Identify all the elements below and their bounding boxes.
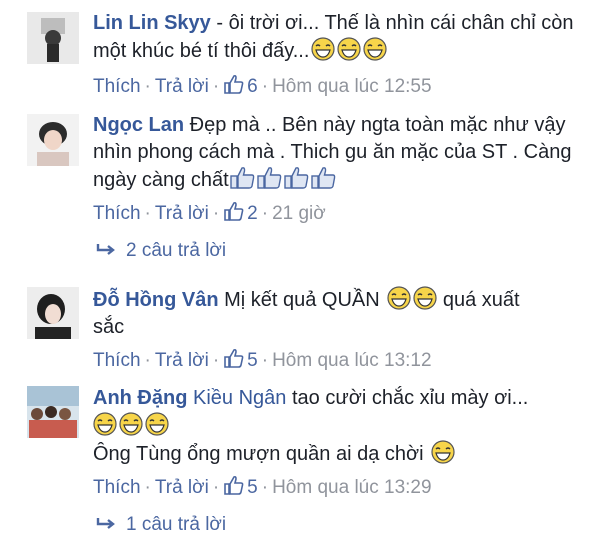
avatar[interactable]: [27, 287, 79, 339]
reply-link[interactable]: Trả lời: [155, 350, 209, 371]
thumbs-up-icon[interactable]: [223, 73, 245, 102]
reply-link[interactable]: Trả lời: [155, 203, 209, 224]
comment-author[interactable]: Lin Lin Skyy: [93, 12, 211, 34]
laughing-emoji-icon: [119, 412, 143, 436]
like-count[interactable]: 2: [247, 203, 258, 224]
comment-body: Lin Lin Skyy - ôi trời ơi... Thế là nhìn…: [93, 10, 583, 65]
timestamp[interactable]: Hôm qua lúc 13:29: [272, 477, 432, 498]
avatar[interactable]: [27, 12, 79, 64]
comment-text: Ông Tùng ổng mượn quần ai dạ chời: [93, 443, 424, 465]
like-count[interactable]: 5: [247, 350, 258, 371]
avatar[interactable]: [27, 386, 79, 438]
comment-author[interactable]: Anh Đặng: [93, 387, 187, 409]
thumbs-up-icon[interactable]: [223, 474, 245, 503]
laughing-emoji-icon: [387, 286, 411, 310]
mention-link[interactable]: Kiều Ngân: [193, 387, 286, 409]
timestamp[interactable]: 21 giờ: [272, 203, 326, 224]
laughing-emoji-icon: [145, 412, 169, 436]
comment-actions: Thích · Trả lời · 5 · Hôm qua lúc 13:12: [93, 347, 432, 376]
comment-text: Mị kết quả QUẦN: [218, 289, 386, 311]
thumbs-up-icon: [229, 166, 256, 198]
comment-body: Anh Đặng Kiều Ngân tao cười chắc xỉu mày…: [93, 385, 553, 468]
replies-count[interactable]: 2 câu trả lời: [126, 240, 226, 261]
reply-link[interactable]: Trả lời: [155, 477, 209, 498]
thumbs-up-icon[interactable]: [223, 347, 245, 376]
laughing-emoji-icon: [93, 412, 117, 436]
comment-body: Đỗ Hồng Vân Mị kết quả QUẦN quá xuất sắc: [93, 286, 533, 341]
replies-count[interactable]: 1 câu trả lời: [126, 514, 226, 535]
like-count[interactable]: 6: [247, 76, 258, 97]
comment-actions: Thích · Trả lời · 6 · Hôm qua lúc 12:55: [93, 73, 432, 102]
reply-arrow-icon: [96, 518, 115, 529]
comment-author[interactable]: Ngọc Lan: [93, 114, 184, 136]
laughing-emoji-icon: [337, 37, 362, 61]
thumbs-up-icon: [310, 166, 337, 198]
comment-actions: Thích · Trả lời · 5 · Hôm qua lúc 13:29: [93, 474, 432, 503]
reply-arrow-icon: [96, 244, 115, 255]
like-link[interactable]: Thích: [93, 203, 141, 224]
view-replies-link[interactable]: 2 câu trả lời: [96, 240, 226, 262]
thumbs-up-icon: [283, 166, 310, 198]
laughing-emoji-icon: [311, 37, 336, 61]
thumbs-up-icon: [256, 166, 283, 198]
timestamp[interactable]: Hôm qua lúc 12:55: [272, 76, 432, 97]
view-replies-link[interactable]: 1 câu trả lời: [96, 514, 226, 536]
comment-actions: Thích · Trả lời · 2 · 21 giờ: [93, 200, 326, 229]
like-link[interactable]: Thích: [93, 477, 141, 498]
timestamp[interactable]: Hôm qua lúc 13:12: [272, 350, 432, 371]
laughing-emoji-icon: [363, 37, 388, 61]
thumbs-up-icon[interactable]: [223, 200, 245, 229]
laughing-emoji-icon: [431, 440, 455, 464]
laughing-emoji-icon: [413, 286, 437, 310]
like-link[interactable]: Thích: [93, 76, 141, 97]
comment-body: Ngọc Lan Đẹp mà .. Bên này ngta toàn mặc…: [93, 112, 583, 198]
avatar[interactable]: [27, 114, 79, 166]
reply-link[interactable]: Trả lời: [155, 76, 209, 97]
like-count[interactable]: 5: [247, 477, 258, 498]
comment-text: tao cười chắc xỉu mày ơi...: [286, 387, 529, 409]
like-link[interactable]: Thích: [93, 350, 141, 371]
comment-author[interactable]: Đỗ Hồng Vân: [93, 289, 219, 311]
